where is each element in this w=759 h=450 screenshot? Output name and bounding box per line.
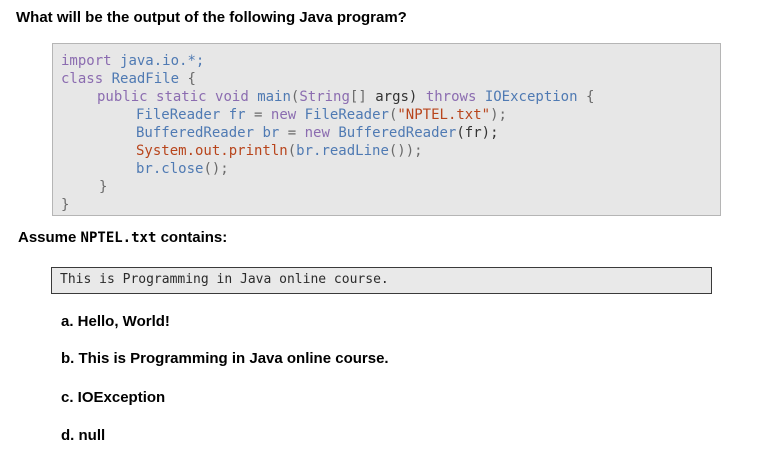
code-line-main: public static void main(String[] args) t… — [97, 89, 595, 105]
assume-prefix: Assume — [18, 229, 77, 246]
code-line-filereader: FileReader fr = new FileReader("NPTEL.tx… — [136, 107, 507, 123]
exception-type: IOException — [484, 89, 578, 105]
open-brace: { — [585, 89, 595, 105]
line-end: (); — [203, 161, 229, 177]
option-c[interactable]: c. IOException — [61, 389, 165, 406]
type-filereader: FileReader — [136, 107, 221, 123]
option-a[interactable]: a. Hello, World! — [61, 313, 170, 330]
assign-op: = — [287, 125, 297, 141]
keyword-void: void — [215, 89, 249, 105]
keyword-static: static — [156, 89, 207, 105]
keyword-new: new — [270, 107, 297, 123]
var-br: br — [262, 125, 280, 141]
keyword-new: new — [304, 125, 330, 141]
code-line-bufferedreader: BufferedReader br = new BufferedReader(f… — [136, 124, 499, 142]
class-name: ReadFile — [111, 71, 180, 87]
package-name: java.io.*; — [120, 53, 205, 69]
type-bufferedreader: BufferedReader — [136, 125, 255, 141]
option-d[interactable]: d. null — [61, 427, 105, 444]
code-line-close: br.close(); — [136, 160, 229, 178]
open-brace: { — [187, 71, 196, 87]
method-close: br.close — [136, 161, 204, 177]
keyword-class: class — [61, 71, 104, 87]
question-text: What will be the output of the following… — [16, 9, 407, 26]
assume-filename: NPTEL.txt — [80, 230, 157, 246]
assume-text: Assume NPTEL.txt contains: — [18, 229, 227, 246]
code-line-import: import java.io.*; — [61, 52, 204, 70]
type-string: String — [299, 89, 350, 105]
string-literal: "NPTEL.txt" — [397, 107, 491, 123]
keyword-import: import — [61, 53, 112, 69]
param-args: args) — [375, 89, 418, 105]
code-line-class: class ReadFile { — [61, 70, 196, 88]
close-brace-class: } — [61, 197, 70, 213]
method-println: System.out.println — [136, 143, 288, 159]
close-brace-method: } — [99, 179, 108, 195]
method-main: main — [257, 89, 291, 105]
file-content-box: This is Programming in Java online cours… — [51, 267, 712, 294]
ctor-filereader: FileReader — [304, 107, 389, 123]
ctor-bufferedreader: BufferedReader — [338, 125, 457, 141]
assume-suffix: contains: — [160, 229, 228, 246]
assign-op: = — [254, 107, 263, 123]
code-line-println: System.out.println(br.readLine()); — [136, 143, 423, 159]
file-content-text: This is Programming in Java online cours… — [60, 272, 389, 287]
option-b[interactable]: b. This is Programming in Java online co… — [61, 350, 389, 367]
var-fr: fr — [228, 107, 246, 123]
method-readline: br.readLine — [296, 143, 389, 159]
line-end: ()); — [388, 143, 423, 159]
line-end: ); — [490, 107, 507, 123]
keyword-throws: throws — [425, 89, 477, 105]
code-block: import java.io.*; class ReadFile { publi… — [52, 43, 721, 216]
ctor-arg: (fr); — [456, 125, 499, 141]
keyword-public: public — [97, 89, 148, 105]
